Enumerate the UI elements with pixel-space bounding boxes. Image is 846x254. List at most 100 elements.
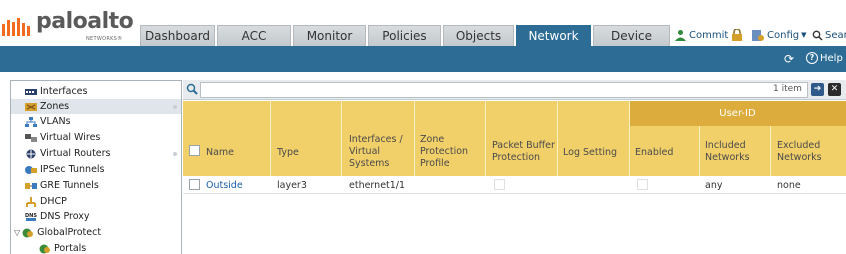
brand-sub: NETWORKS® bbox=[86, 36, 123, 42]
column-divider bbox=[414, 101, 415, 176]
sidebar-item-label: Zones bbox=[40, 101, 70, 112]
portals-icon bbox=[39, 244, 50, 253]
search-label: Sear bbox=[825, 29, 846, 41]
sidebar-item-ipsec-tunnels[interactable]: IPSec Tunnels bbox=[11, 162, 181, 177]
action-bar: ⟳ ? Help bbox=[0, 46, 846, 72]
sidebar-item-label: DHCP bbox=[40, 196, 67, 207]
packet-buffer-checkbox bbox=[494, 179, 505, 190]
header-line: Excluded bbox=[777, 140, 821, 151]
virtual-wires-icon bbox=[25, 133, 37, 142]
column-divider bbox=[699, 126, 700, 176]
table-row[interactable]: Outside layer3 ethernet1/1 any none bbox=[183, 176, 846, 194]
clear-filter-button[interactable]: ✕ bbox=[828, 83, 841, 96]
filter-bar: 1 item ➔ ✕ bbox=[183, 80, 846, 100]
sidebar-item-gre-tunnels[interactable]: GRE Tunnels bbox=[11, 178, 181, 193]
sidebar-item-virtual-wires[interactable]: Virtual Wires bbox=[11, 130, 181, 145]
item-count: 1 item bbox=[773, 84, 802, 94]
header-line: Interfaces / bbox=[349, 134, 403, 145]
sidebar-item-globalprotect[interactable]: ▽ GlobalProtect bbox=[11, 225, 181, 240]
refresh-icon[interactable]: ⟳ bbox=[784, 52, 798, 66]
config-icon bbox=[752, 29, 764, 41]
brand-name: paloalto bbox=[36, 9, 134, 34]
tab-policies[interactable]: Policies bbox=[368, 25, 441, 46]
zone-interfaces: ethernet1/1 bbox=[349, 180, 406, 191]
column-header-log-setting[interactable]: Log Setting bbox=[563, 147, 617, 159]
column-divider bbox=[770, 126, 771, 176]
vlans-icon bbox=[25, 116, 37, 127]
sidebar-item-dhcp[interactable]: DHCP bbox=[11, 194, 181, 209]
search-icon bbox=[186, 83, 198, 95]
column-divider bbox=[485, 101, 486, 176]
header-line: Systems bbox=[349, 158, 390, 169]
network-sidebar: Interfaces Zones VLANs Virtual Wires Vir… bbox=[10, 80, 182, 254]
search-button[interactable]: Sear bbox=[812, 27, 846, 43]
globalprotect-icon bbox=[22, 228, 34, 237]
header-line: Zone bbox=[420, 134, 445, 145]
tab-monitor[interactable]: Monitor bbox=[293, 25, 366, 46]
header-line: Included bbox=[705, 140, 746, 151]
zone-name-link[interactable]: Outside bbox=[206, 180, 243, 191]
header-line: Virtual bbox=[349, 146, 381, 157]
tab-network[interactable]: Network bbox=[516, 25, 591, 46]
sidebar-item-label: IPSec Tunnels bbox=[40, 164, 105, 175]
sidebar-item-virtual-routers[interactable]: Virtual Routers bbox=[11, 146, 181, 161]
sidebar-item-interfaces[interactable]: Interfaces bbox=[11, 84, 181, 99]
column-header-interfaces[interactable]: Interfaces / Virtual Systems bbox=[349, 134, 403, 170]
header-line: Networks bbox=[777, 152, 822, 163]
excluded-networks: none bbox=[777, 180, 801, 191]
help-button[interactable]: ? Help bbox=[806, 52, 843, 64]
filter-input[interactable] bbox=[200, 82, 808, 98]
expand-icon[interactable]: ▽ bbox=[14, 228, 20, 237]
search-icon bbox=[812, 30, 823, 41]
row-checkbox[interactable] bbox=[189, 179, 200, 190]
column-header-excluded-networks[interactable]: Excluded Networks bbox=[777, 140, 822, 164]
column-header-type[interactable]: Type bbox=[277, 147, 299, 159]
header-line: Protection bbox=[420, 146, 469, 157]
sidebar-item-vlans[interactable]: VLANs bbox=[11, 114, 181, 129]
chevron-down-icon: ▼ bbox=[801, 31, 807, 39]
zone-type: layer3 bbox=[277, 180, 307, 191]
config-label: Config bbox=[767, 29, 800, 41]
column-divider bbox=[341, 101, 342, 176]
lock-button[interactable] bbox=[731, 27, 743, 43]
column-divider bbox=[629, 101, 630, 176]
help-label: Help bbox=[820, 52, 843, 64]
sidebar-item-label: DNS Proxy bbox=[40, 211, 90, 222]
tab-dashboard[interactable]: Dashboard bbox=[140, 25, 215, 46]
virtual-routers-icon bbox=[26, 149, 36, 158]
column-header-included-networks[interactable]: Included Networks bbox=[705, 140, 750, 164]
select-all-checkbox[interactable] bbox=[189, 145, 200, 156]
included-networks: any bbox=[705, 180, 723, 191]
header-line: Profile bbox=[420, 158, 450, 169]
column-divider bbox=[270, 101, 271, 176]
sidebar-item-zones[interactable]: Zones bbox=[11, 99, 181, 114]
help-icon: ? bbox=[806, 52, 818, 64]
tab-acc[interactable]: ACC bbox=[217, 25, 291, 46]
sidebar-item-label: Virtual Routers bbox=[40, 148, 111, 159]
config-menu[interactable]: Config ▼ bbox=[751, 27, 806, 43]
apply-filter-button[interactable]: ➔ bbox=[811, 83, 824, 96]
column-header-enabled[interactable]: Enabled bbox=[635, 147, 673, 159]
column-header-packet-buffer[interactable]: Packet Buffer Protection bbox=[492, 140, 555, 164]
header-line: Protection bbox=[492, 152, 541, 163]
sidebar-item-portals[interactable]: Portals bbox=[11, 241, 181, 254]
header-line: Packet Buffer bbox=[492, 140, 555, 151]
paloalto-logo-mark-icon bbox=[2, 18, 30, 36]
main-tabs: Dashboard ACC Monitor Policies Objects N… bbox=[140, 25, 672, 46]
column-header-zone-protection[interactable]: Zone Protection Profile bbox=[420, 134, 468, 170]
user-id-enabled-checkbox bbox=[637, 179, 648, 190]
sidebar-item-label: Virtual Wires bbox=[40, 132, 101, 143]
commit-button[interactable]: Commit bbox=[674, 27, 728, 43]
column-divider bbox=[557, 101, 558, 176]
lock-icon bbox=[732, 28, 742, 41]
sidebar-item-label: Portals bbox=[54, 243, 87, 254]
sidebar-item-label: GRE Tunnels bbox=[40, 180, 99, 191]
zones-panel: 1 item ➔ ✕ User-ID Name Type Interfaces … bbox=[183, 80, 846, 254]
zones-icon bbox=[25, 102, 37, 111]
tab-device[interactable]: Device bbox=[593, 25, 670, 46]
interfaces-icon bbox=[25, 88, 37, 95]
tab-objects[interactable]: Objects bbox=[443, 25, 514, 46]
paloalto-logo: paloalto NETWORKS® bbox=[2, 6, 134, 42]
column-header-name[interactable]: Name bbox=[206, 147, 234, 159]
sidebar-item-dns-proxy[interactable]: DNS DNS Proxy bbox=[11, 209, 181, 224]
